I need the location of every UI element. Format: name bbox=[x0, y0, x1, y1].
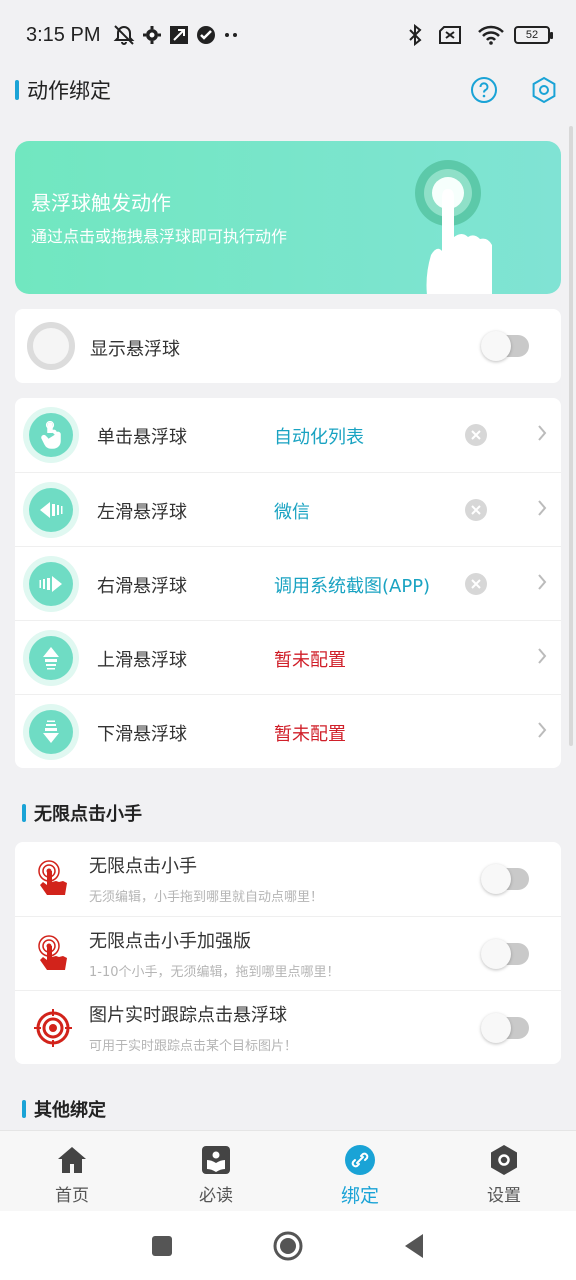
gesture-row-swipe-up[interactable]: 上滑悬浮球 暂未配置 bbox=[15, 620, 561, 694]
gesture-label: 右滑悬浮球 bbox=[97, 576, 187, 597]
settings-hex-icon[interactable] bbox=[530, 76, 558, 104]
help-icon[interactable] bbox=[470, 76, 498, 104]
gesture-label: 单击悬浮球 bbox=[97, 427, 187, 448]
gesture-row-swipe-down[interactable]: 下滑悬浮球 暂未配置 bbox=[15, 694, 561, 768]
back-button[interactable] bbox=[399, 1231, 429, 1261]
chevron-right-icon bbox=[537, 424, 547, 446]
bottom-navigation: 首页 必读 绑定 设置 bbox=[0, 1130, 576, 1211]
section-heading-hands: 无限点击小手 bbox=[22, 800, 142, 826]
page-title: 动作绑定 bbox=[27, 79, 111, 103]
click-hand-icon bbox=[33, 859, 73, 899]
nav-label: 必读 bbox=[199, 1186, 233, 1206]
tap-hand-illustration bbox=[415, 157, 501, 294]
toggle-knob bbox=[481, 331, 511, 361]
click-hand-plus-icon bbox=[33, 934, 73, 974]
mute-icon bbox=[112, 24, 136, 46]
settings-icon bbox=[142, 25, 162, 45]
nav-label: 首页 bbox=[55, 1186, 89, 1206]
show-floating-ball-toggle[interactable] bbox=[481, 331, 529, 361]
bluetooth-icon bbox=[408, 24, 422, 46]
show-floating-ball-row: 显示悬浮球 bbox=[15, 309, 561, 383]
nav-item-settings[interactable]: 设置 bbox=[432, 1131, 576, 1211]
settings-icon bbox=[487, 1143, 521, 1177]
clear-icon[interactable] bbox=[465, 424, 487, 446]
target-icon bbox=[33, 1008, 73, 1048]
section-title: 其他绑定 bbox=[34, 1100, 106, 1121]
hand-title: 无限点击小手加强版 bbox=[89, 931, 251, 952]
home-icon bbox=[55, 1143, 89, 1177]
scrollbar[interactable] bbox=[569, 126, 573, 746]
banner-subtitle: 通过点击或拖拽悬浮球即可执行动作 bbox=[31, 227, 288, 246]
check-icon bbox=[196, 25, 216, 45]
click-hand-list: 无限点击小手 无须编辑，小手拖到哪里就自动点哪里！ 无限点击小手加强版 1-10… bbox=[15, 842, 561, 1064]
toggle-knob bbox=[481, 864, 511, 894]
section-title: 无限点击小手 bbox=[34, 804, 142, 825]
show-floating-ball-label: 显示悬浮球 bbox=[90, 339, 180, 360]
gesture-action-value: 自动化列表 bbox=[274, 427, 364, 448]
toggle-knob bbox=[481, 1013, 511, 1043]
gesture-label: 下滑悬浮球 bbox=[97, 724, 187, 745]
gesture-binding-list: 单击悬浮球 自动化列表 左滑悬浮球 微信 右滑悬浮球 调用系统截图(APP) 上… bbox=[15, 398, 561, 768]
gesture-label: 上滑悬浮球 bbox=[97, 650, 187, 671]
hand-title: 无限点击小手 bbox=[89, 856, 197, 877]
chevron-right-icon bbox=[537, 721, 547, 743]
gesture-row-tap[interactable]: 单击悬浮球 自动化列表 bbox=[15, 398, 561, 472]
floating-ball-banner: 悬浮球触发动作 通过点击或拖拽悬浮球即可执行动作 bbox=[15, 141, 561, 294]
hand-toggle[interactable] bbox=[481, 1013, 529, 1043]
hand-toggle[interactable] bbox=[481, 939, 529, 969]
nav-label: 设置 bbox=[487, 1186, 521, 1206]
gesture-label: 左滑悬浮球 bbox=[97, 502, 187, 523]
chevron-right-icon bbox=[537, 573, 547, 595]
section-accent-bar bbox=[22, 1100, 26, 1118]
swipe-right-icon bbox=[23, 556, 79, 612]
gesture-action-value: 调用系统截图(APP) bbox=[274, 576, 431, 597]
swipe-left-icon bbox=[23, 482, 79, 538]
floating-ball-icon bbox=[27, 322, 75, 370]
wifi-icon bbox=[478, 25, 504, 45]
recents-button[interactable] bbox=[147, 1231, 177, 1261]
hand-toggle[interactable] bbox=[481, 864, 529, 894]
swipe-down-icon bbox=[23, 704, 79, 760]
system-navigation-bar bbox=[0, 1211, 576, 1280]
hand-title: 图片实时跟踪点击悬浮球 bbox=[89, 1005, 287, 1026]
gesture-action-value: 微信 bbox=[274, 502, 310, 523]
link-icon bbox=[343, 1143, 377, 1177]
battery-indicator: 52 bbox=[514, 26, 553, 44]
gesture-action-value: 暂未配置 bbox=[274, 724, 346, 745]
book-icon bbox=[199, 1143, 233, 1177]
section-heading-other: 其他绑定 bbox=[22, 1096, 106, 1122]
swipe-up-icon bbox=[23, 630, 79, 686]
nfc-icon bbox=[168, 24, 190, 46]
chevron-right-icon bbox=[537, 647, 547, 669]
hand-subtitle: 无须编辑，小手拖到哪里就自动点哪里！ bbox=[89, 890, 324, 905]
nav-label: 绑定 bbox=[340, 1185, 379, 1207]
toggle-knob bbox=[481, 939, 511, 969]
nav-item-guide[interactable]: 必读 bbox=[144, 1131, 288, 1211]
tap-icon bbox=[23, 407, 79, 463]
nav-item-bind[interactable]: 绑定 bbox=[288, 1131, 432, 1211]
app-header: 动作绑定 bbox=[0, 70, 576, 110]
more-icon bbox=[222, 31, 240, 39]
banner-title: 悬浮球触发动作 bbox=[31, 191, 171, 215]
hand-row-basic[interactable]: 无限点击小手 无须编辑，小手拖到哪里就自动点哪里！ bbox=[15, 842, 561, 916]
hand-row-plus[interactable]: 无限点击小手加强版 1-10个小手，无须编辑，拖到哪里点哪里！ bbox=[15, 916, 561, 990]
hand-subtitle: 可用于实时跟踪点击某个目标图片！ bbox=[89, 1039, 298, 1054]
hand-subtitle: 1-10个小手，无须编辑，拖到哪里点哪里！ bbox=[89, 965, 340, 980]
title-accent-bar bbox=[15, 80, 19, 100]
sim-icon bbox=[438, 25, 462, 45]
chevron-right-icon bbox=[537, 499, 547, 521]
gesture-action-value: 暂未配置 bbox=[274, 650, 346, 671]
clear-icon[interactable] bbox=[465, 499, 487, 521]
clear-icon[interactable] bbox=[465, 573, 487, 595]
nav-item-home[interactable]: 首页 bbox=[0, 1131, 144, 1211]
gesture-row-swipe-left[interactable]: 左滑悬浮球 微信 bbox=[15, 472, 561, 546]
gesture-row-swipe-right[interactable]: 右滑悬浮球 调用系统截图(APP) bbox=[15, 546, 561, 620]
section-accent-bar bbox=[22, 804, 26, 822]
home-button[interactable] bbox=[273, 1231, 303, 1261]
status-time: 3:15 PM bbox=[26, 23, 101, 46]
hand-row-image-track[interactable]: 图片实时跟踪点击悬浮球 可用于实时跟踪点击某个目标图片！ bbox=[15, 990, 561, 1064]
status-bar: 3:15 PM 52 bbox=[0, 0, 576, 70]
